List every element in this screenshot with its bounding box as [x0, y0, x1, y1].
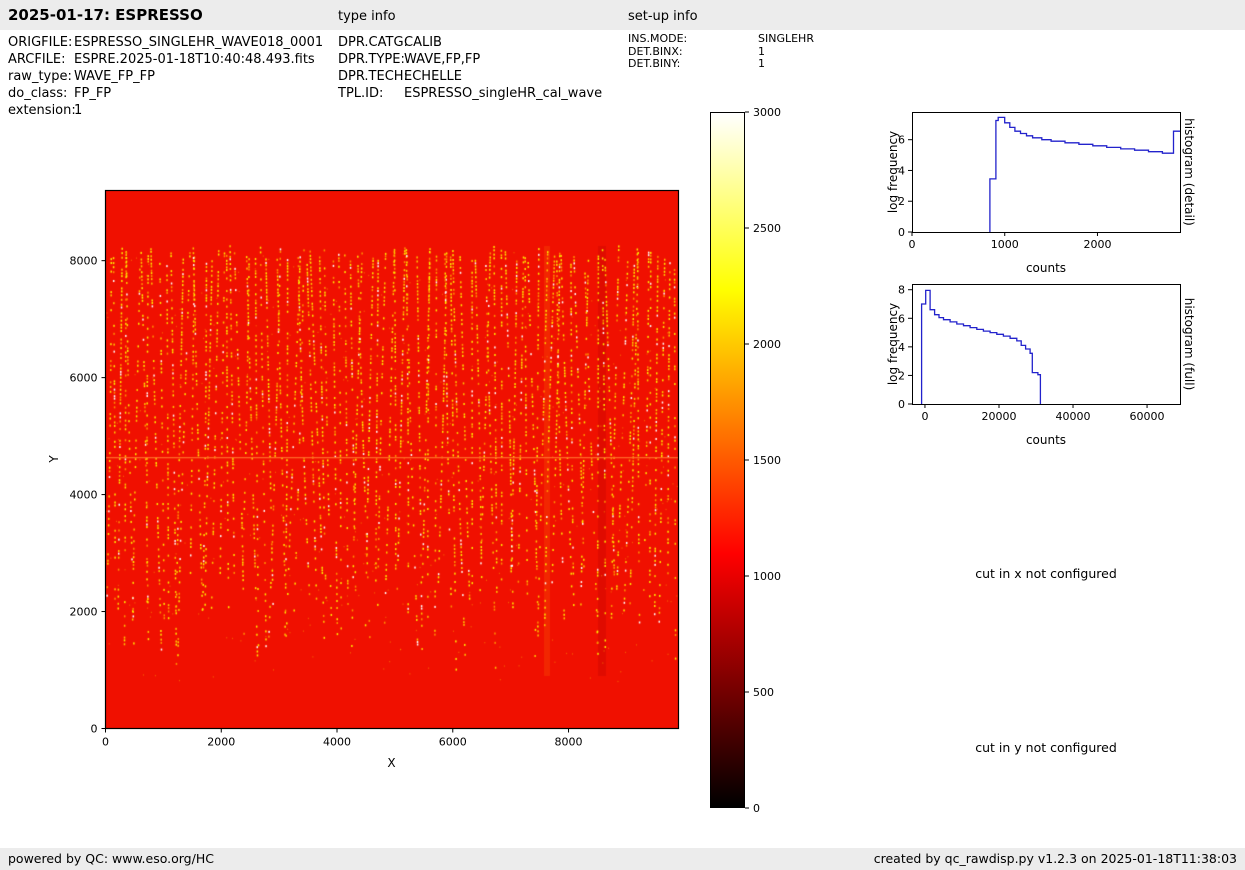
- main-xlabel: X: [105, 756, 678, 770]
- y-tick-label: 2000: [70, 606, 98, 619]
- meta-value: CALIB: [404, 35, 442, 50]
- y-tick-label: 0: [91, 723, 98, 736]
- meta-row: DPR.TYPE:WAVE,FP,FP: [338, 51, 602, 68]
- cut-y-note: cut in y not configured: [912, 740, 1180, 755]
- histogram_detail-frame: [913, 113, 1181, 233]
- meta-value: WAVE_FP_FP: [74, 69, 155, 84]
- colorbar-tick-label: 2000: [753, 338, 781, 351]
- x-tick-label: 60000: [1130, 410, 1165, 423]
- meta-label: DPR.TECH:: [338, 68, 404, 85]
- footer-bar: powered by QC: www.eso.org/HC created by…: [0, 848, 1245, 870]
- meta-label: DET.BINY:: [628, 58, 758, 71]
- meta-label: INS.MODE:: [628, 33, 758, 46]
- colorbar-tick-label: 0: [753, 802, 760, 815]
- x-tick-label: 8000: [555, 736, 583, 749]
- colorbar-tick-label: 3000: [753, 106, 781, 119]
- setup-info-block: INS.MODE:SINGLEHRDET.BINX:1DET.BINY:1: [628, 33, 814, 71]
- histogram_detail-line: [990, 117, 1180, 232]
- colorbar-tick-label: 2500: [753, 222, 781, 235]
- colorbar-tick-label: 1000: [753, 570, 781, 583]
- meta-value: ESPRESSO_singleHR_cal_wave: [404, 86, 602, 101]
- meta-label: DPR.TYPE:: [338, 51, 404, 68]
- meta-row: raw_type:WAVE_FP_FP: [8, 68, 323, 85]
- colorbar: [710, 112, 745, 808]
- meta-label: ARCFILE:: [8, 51, 74, 68]
- meta-row: DPR.TECH:ECHELLE: [338, 68, 602, 85]
- cut-x-note: cut in x not configured: [912, 566, 1180, 581]
- meta-label: DPR.CATG:: [338, 34, 404, 51]
- colorbar-tick-label: 500: [753, 686, 774, 699]
- hist-detail-xlabel: counts: [912, 261, 1180, 275]
- meta-label: TPL.ID:: [338, 85, 404, 102]
- footer-right-text: created by qc_rawdisp.py v1.2.3 on 2025-…: [874, 851, 1237, 866]
- meta-label: extension:: [8, 102, 74, 119]
- x-tick-label: 0: [102, 736, 109, 749]
- y-tick-label: 6000: [70, 372, 98, 385]
- meta-row: ORIGFILE:ESPRESSO_SINGLEHR_WAVE018_0001: [8, 34, 323, 51]
- x-tick-label: 2000: [1083, 238, 1111, 251]
- x-tick-label: 20000: [981, 410, 1016, 423]
- main-ylabel: Y: [47, 455, 61, 462]
- meta-value: FP_FP: [74, 86, 111, 101]
- y-tick-label: 0: [898, 398, 905, 411]
- meta-value: WAVE,FP,FP: [404, 52, 480, 67]
- meta-value: SINGLEHR: [758, 32, 814, 45]
- x-tick-label: 0: [909, 238, 916, 251]
- meta-value: 1: [758, 45, 765, 58]
- setup-info-header: set-up info: [628, 9, 698, 24]
- histogram_full-line: [922, 290, 1041, 404]
- y-tick-label: 4000: [70, 489, 98, 502]
- hist-full-xlabel: counts: [912, 433, 1180, 447]
- x-tick-label: 1000: [991, 238, 1019, 251]
- footer-left-text: powered by QC: www.eso.org/HC: [8, 851, 214, 866]
- y-tick-label: 8000: [70, 255, 98, 268]
- hist-detail-ylabel: log frequency: [886, 131, 900, 213]
- meta-row: INS.MODE:SINGLEHR: [628, 33, 814, 46]
- meta-row: ARCFILE:ESPRE.2025-01-18T10:40:48.493.fi…: [8, 51, 323, 68]
- file-info-block: ORIGFILE:ESPRESSO_SINGLEHR_WAVE018_0001A…: [8, 34, 323, 119]
- histogram_full-frame: [913, 285, 1181, 405]
- type-info-block: DPR.CATG:CALIBDPR.TYPE:WAVE,FP,FPDPR.TEC…: [338, 34, 602, 102]
- meta-row: do_class:FP_FP: [8, 85, 323, 102]
- meta-label: ORIGFILE:: [8, 34, 74, 51]
- colorbar-tick-label: 1500: [753, 454, 781, 467]
- meta-row: TPL.ID:ESPRESSO_singleHR_cal_wave: [338, 85, 602, 102]
- y-tick-label: 8: [898, 284, 905, 297]
- meta-value: ESPRESSO_SINGLEHR_WAVE018_0001: [74, 35, 323, 50]
- hist-full-side-label: histogram (full): [1182, 298, 1196, 391]
- meta-row: DPR.CATG:CALIB: [338, 34, 602, 51]
- x-tick-label: 0: [921, 410, 928, 423]
- hist-detail-side-label: histogram (detail): [1182, 118, 1196, 226]
- meta-label: raw_type:: [8, 68, 74, 85]
- hist-full-ylabel: log frequency: [886, 303, 900, 385]
- x-tick-label: 6000: [439, 736, 467, 749]
- x-tick-label: 2000: [207, 736, 235, 749]
- meta-value: ECHELLE: [404, 69, 462, 84]
- meta-row: extension:1: [8, 102, 323, 119]
- qc-report-page: 2025-01-17: ESPRESSO type info set-up in…: [0, 0, 1245, 870]
- meta-row: DET.BINY:1: [628, 58, 814, 71]
- x-tick-label: 40000: [1056, 410, 1091, 423]
- x-tick-label: 4000: [323, 736, 351, 749]
- meta-value: 1: [758, 57, 765, 70]
- raw-image-heatmap: [106, 191, 678, 728]
- meta-value: 1: [74, 103, 82, 118]
- meta-label: do_class:: [8, 85, 74, 102]
- y-tick-label: 0: [898, 226, 905, 239]
- page-title: 2025-01-17: ESPRESSO: [8, 6, 203, 24]
- header-bar: 2025-01-17: ESPRESSO type info set-up in…: [0, 0, 1245, 30]
- type-info-header: type info: [338, 9, 396, 24]
- meta-value: ESPRE.2025-01-18T10:40:48.493.fits: [74, 52, 315, 67]
